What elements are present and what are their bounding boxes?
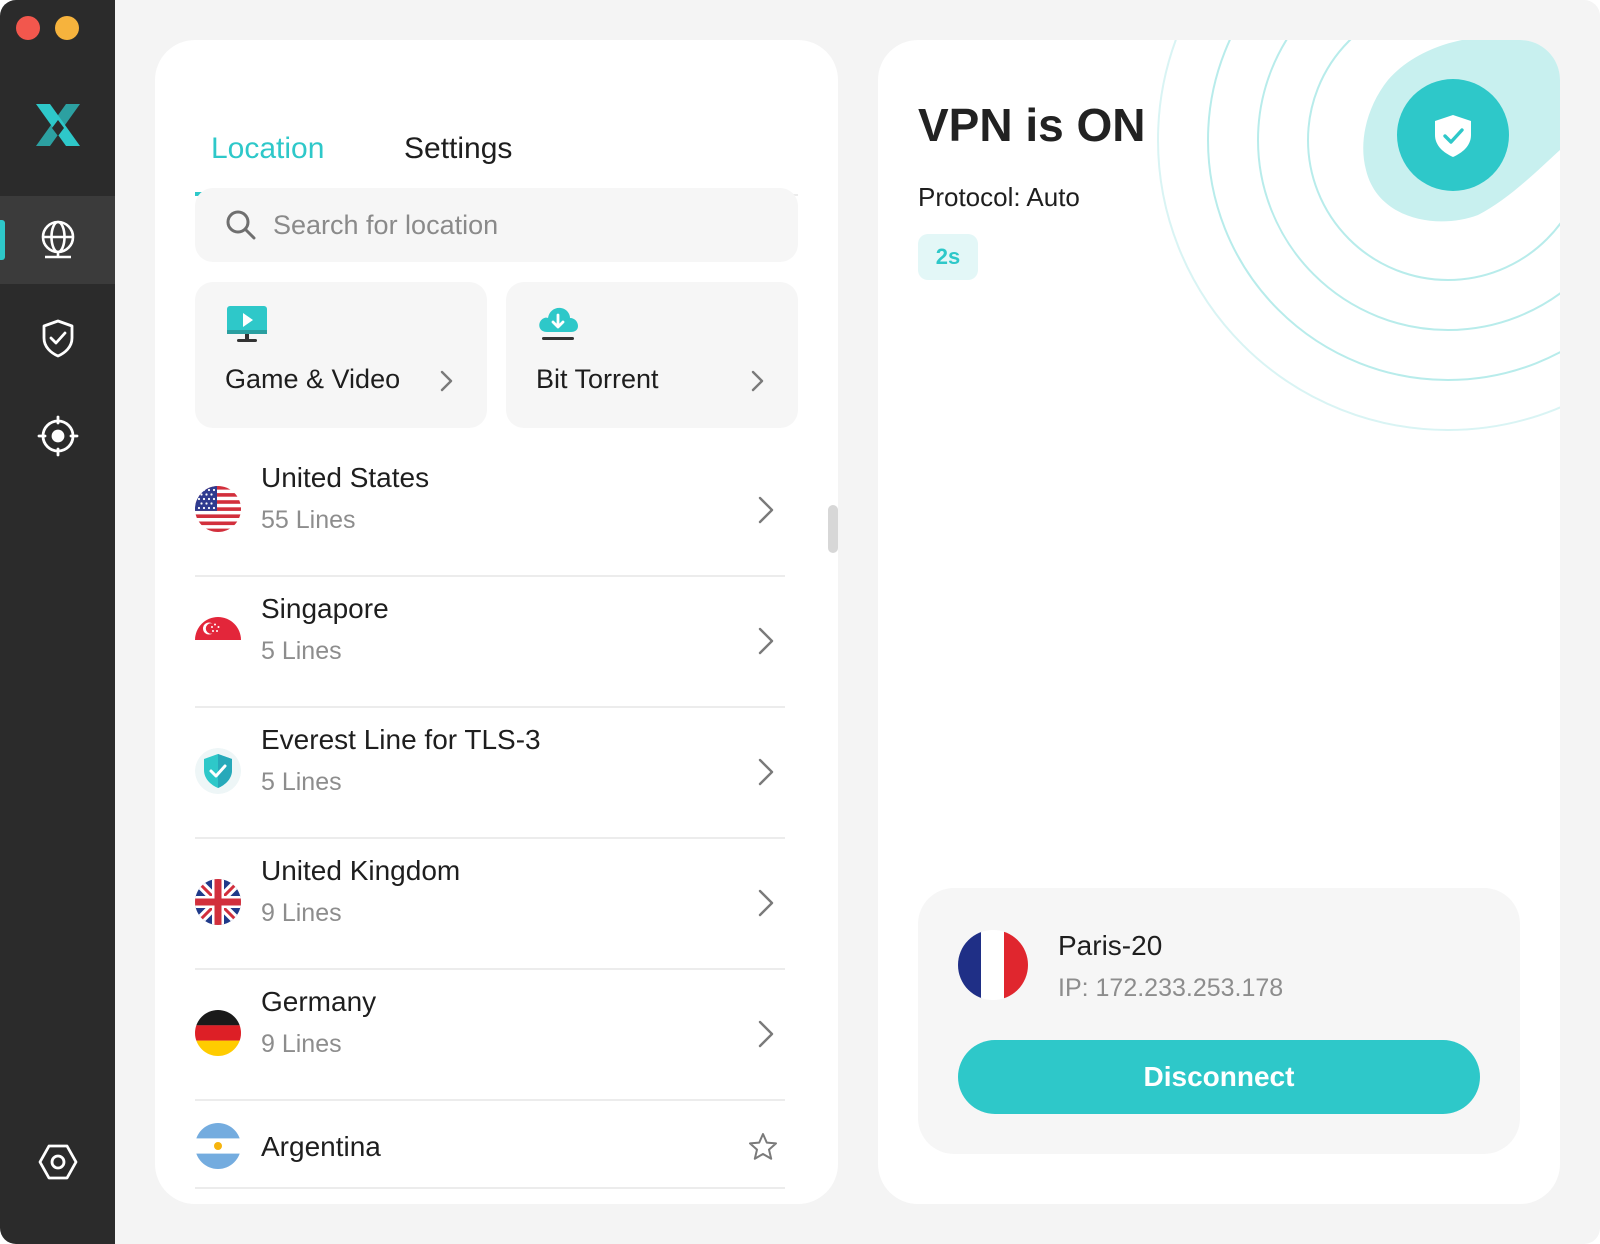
ar-flag-icon [195,1123,241,1169]
location-lines-count: 5 Lines [261,768,342,796]
us-flag-icon [195,486,241,532]
de-flag-icon [195,1010,241,1056]
search-icon [226,210,256,240]
star-favorite-icon[interactable] [747,1131,779,1163]
search-placeholder: Search for location [273,210,499,240]
target-icon [37,415,78,457]
hexagon-settings-icon [38,1144,77,1180]
tab-settings[interactable]: Settings [404,132,512,166]
chevron-right-icon [758,627,774,655]
monitor-play-icon [227,306,267,342]
location-name: Everest Line for TLS-3 [261,724,541,755]
sidebar-item-settings[interactable] [0,1118,115,1206]
cloud-download-icon [539,307,578,340]
tab-bar: Location Settings [195,80,798,196]
shield-line-icon [195,748,241,794]
sidebar-item-security[interactable] [0,294,115,382]
connection-card: Paris-20 IP: 172.233.253.178 Disconnect [918,888,1520,1154]
list-item-united-kingdom[interactable]: United Kingdom 9 Lines [195,839,785,970]
quick-action-game-video[interactable]: Game & Video [195,282,487,428]
uk-flag-icon [195,879,241,925]
sidebar-item-locations[interactable] [0,196,115,284]
location-lines-count: 9 Lines [261,899,342,927]
tab-location[interactable]: Location [211,132,324,166]
location-name: Singapore [261,593,389,624]
location-name: United States [261,462,430,493]
location-lines-count: 5 Lines [261,637,342,665]
location-name: Germany [261,986,377,1017]
protocol-label: Protocol: Auto [918,182,1080,212]
chevron-right-icon [758,889,774,917]
sidebar [0,0,115,1244]
app-window: Location Settings Search for location Ga… [0,0,1600,1244]
sidebar-item-target[interactable] [0,392,115,480]
minimize-window-button[interactable] [55,16,79,40]
location-lines-count: 55 Lines [261,506,356,534]
server-ip: IP: 172.233.253.178 [1058,974,1284,1002]
close-window-button[interactable] [16,16,40,40]
chevron-right-icon [758,758,774,786]
fr-flag-icon [958,930,1028,1000]
list-item-everest-line[interactable]: Everest Line for TLS-3 5 Lines [195,708,785,839]
shield-check-icon [1435,115,1471,157]
search-input[interactable]: Search for location [195,188,798,262]
connection-timer-badge: 2s [918,234,978,280]
chevron-right-icon [440,370,453,392]
disconnect-button[interactable]: Disconnect [958,1040,1480,1114]
status-panel: VPN is ON Protocol: Auto 2s Paris-20 IP:… [878,40,1560,1204]
chevron-right-icon [758,1020,774,1048]
sg-flag-icon [195,617,241,663]
chevron-right-icon [751,370,764,392]
list-scrollbar[interactable] [828,505,838,553]
quick-action-label: Bit Torrent [536,364,659,394]
location-name: United Kingdom [261,855,461,886]
shield-check-icon [42,319,73,358]
list-item-argentina[interactable]: Argentina [195,1101,785,1189]
server-name: Paris-20 [1058,930,1163,961]
chevron-right-icon [758,496,774,524]
vpn-status-title: VPN is ON [918,99,1146,151]
list-item-singapore[interactable]: Singapore 5 Lines [195,577,785,708]
location-list: United States 55 Lines Singapore 5 Lines… [195,446,785,1189]
quick-action-label: Game & Video [225,364,401,394]
list-item-united-states[interactable]: United States 55 Lines [195,446,785,577]
location-panel: Location Settings Search for location Ga… [155,40,838,1204]
location-name: Argentina [261,1131,381,1162]
quick-action-bit-torrent[interactable]: Bit Torrent [506,282,798,428]
globe-icon [41,220,74,259]
app-logo [36,104,80,146]
list-item-germany[interactable]: Germany 9 Lines [195,970,785,1101]
location-lines-count: 9 Lines [261,1030,342,1058]
